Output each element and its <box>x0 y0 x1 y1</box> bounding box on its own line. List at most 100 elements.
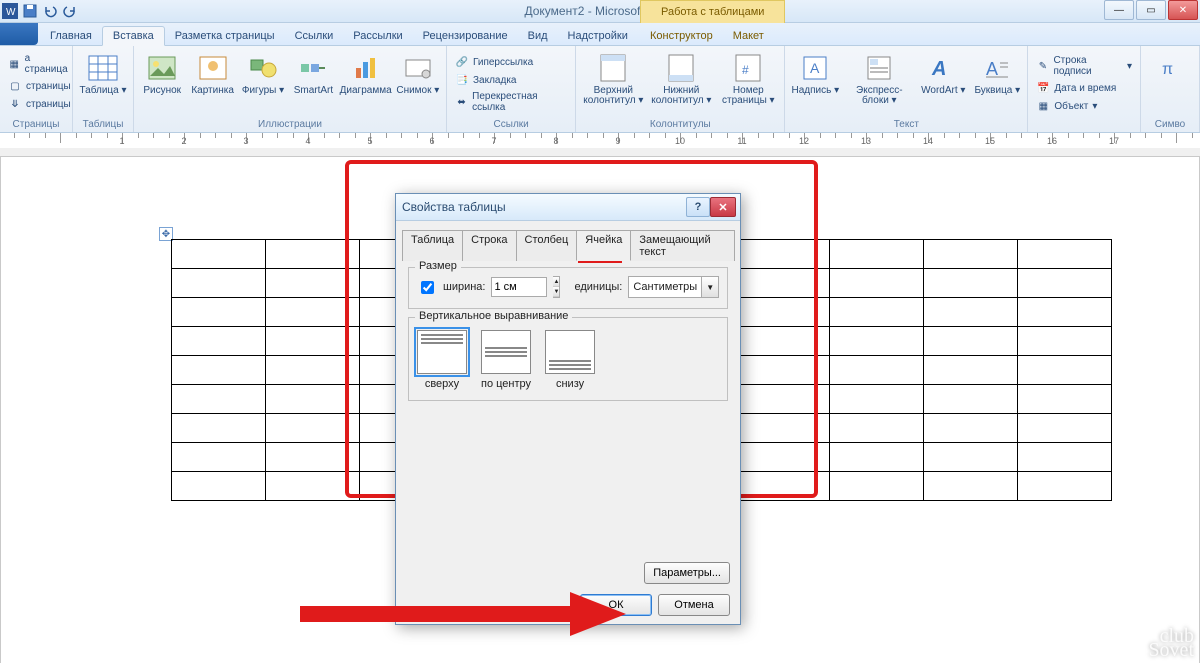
group-tables-label: Таблицы <box>73 118 133 131</box>
tab-addins[interactable]: Надстройки <box>558 27 638 45</box>
footer-icon <box>665 52 697 84</box>
ok-button[interactable]: ОК <box>580 594 652 616</box>
valign-fieldset: Вертикальное выравнивание сверху по цент… <box>408 317 728 401</box>
quickparts-button[interactable]: Экспресс-блоки ▾ <box>845 48 913 106</box>
clipart-icon <box>197 52 229 84</box>
tab-mailings[interactable]: Рассылки <box>343 27 412 45</box>
width-spinner[interactable]: ▲▼ <box>553 276 560 298</box>
redo-icon[interactable] <box>62 3 78 19</box>
ribbon-tabs: Главная Вставка Разметка страницы Ссылки… <box>0 23 1200 46</box>
cancel-button[interactable]: Отмена <box>658 594 730 616</box>
table-icon <box>87 52 119 84</box>
screenshot-button[interactable]: Снимок ▾ <box>396 48 440 96</box>
valign-legend: Вертикальное выравнивание <box>415 310 572 322</box>
clipart-button[interactable]: Картинка <box>190 48 234 96</box>
svg-text:A: A <box>931 58 946 80</box>
crossref-button[interactable]: ⬌Перекрестная ссылка <box>453 90 569 114</box>
equation-icon: π <box>1154 52 1186 84</box>
bookmark-button[interactable]: 📑Закладка <box>453 72 569 88</box>
dialog-tab-column[interactable]: Столбец <box>516 230 578 261</box>
group-links-label: Ссылки <box>447 118 575 131</box>
dialog-tab-row[interactable]: Строка <box>462 230 516 261</box>
dialog-tabs: Таблица Строка Столбец Ячейка Замещающий… <box>402 229 734 261</box>
chart-button[interactable]: Диаграмма <box>342 48 390 96</box>
tab-references[interactable]: Ссылки <box>285 27 344 45</box>
table-button[interactable]: Таблица ▾ <box>79 48 127 96</box>
blank-page-button[interactable]: ▢страницы <box>6 78 73 94</box>
size-fieldset: Размер ширина: ▲▼ единицы: Сантиметры▼ <box>408 267 728 309</box>
title-bar: W Документ2 - Microsoft Word Работа с та… <box>0 0 1200 23</box>
dialog-tab-table[interactable]: Таблица <box>402 230 463 261</box>
footer-button[interactable]: Нижний колонтитул ▾ <box>650 48 712 106</box>
dropcap-icon: A <box>981 52 1013 84</box>
signature-line-button[interactable]: ✎Строка подписи ▾ <box>1034 54 1134 78</box>
smartart-button[interactable]: SmartArt <box>291 48 335 96</box>
tab-insert[interactable]: Вставка <box>102 26 165 46</box>
header-icon <box>597 52 629 84</box>
chart-icon <box>350 52 382 84</box>
wordart-icon: A <box>927 52 959 84</box>
bookmark-icon: 📑 <box>455 73 469 87</box>
width-input[interactable] <box>491 277 547 297</box>
hyperlink-button[interactable]: 🔗Гиперссылка <box>453 54 569 70</box>
signature-icon: ✎ <box>1036 59 1049 73</box>
textbox-button[interactable]: AНадпись ▾ <box>791 48 839 96</box>
object-button[interactable]: ▦Объект ▾ <box>1034 98 1134 114</box>
shapes-button[interactable]: Фигуры ▾ <box>241 48 285 96</box>
undo-icon[interactable] <box>42 3 58 19</box>
tab-page-layout[interactable]: Разметка страницы <box>165 27 285 45</box>
valign-bottom-option[interactable]: снизу <box>545 330 595 390</box>
date-icon: 📅 <box>1036 81 1050 95</box>
group-symbols-label: Симво <box>1141 118 1199 131</box>
ribbon: ▦а страница ▢страницы ⤋страницы Страницы… <box>0 46 1200 133</box>
hyperlink-icon: 🔗 <box>455 55 469 69</box>
dialog-tab-alttext[interactable]: Замещающий текст <box>630 230 735 261</box>
width-checkbox[interactable] <box>421 281 434 294</box>
units-combo[interactable]: Сантиметры▼ <box>628 276 719 298</box>
page-number-button[interactable]: #Номер страницы ▾ <box>718 48 778 106</box>
wordart-button[interactable]: AWordArt ▾ <box>919 48 967 96</box>
page-break-button[interactable]: ⤋страницы <box>6 96 73 112</box>
dialog-title-bar[interactable]: Свойства таблицы ? ✕ <box>396 194 740 221</box>
dialog-tab-cell[interactable]: Ячейка <box>576 230 631 261</box>
valign-bottom-icon <box>545 330 595 374</box>
maximize-button[interactable]: ▭ <box>1136 0 1166 20</box>
close-button[interactable]: ✕ <box>1168 0 1198 20</box>
tab-view[interactable]: Вид <box>518 27 558 45</box>
header-button[interactable]: Верхний колонтитул ▾ <box>582 48 644 106</box>
tab-home[interactable]: Главная <box>40 27 102 45</box>
valign-top-icon <box>417 330 467 374</box>
svg-text:W: W <box>6 7 16 18</box>
screenshot-icon <box>402 52 434 84</box>
window-title: Документ2 - Microsoft Word <box>0 4 1200 18</box>
valign-center-option[interactable]: по центру <box>481 330 531 390</box>
parameters-button[interactable]: Параметры... <box>644 562 730 584</box>
group-headerfooter-label: Колонтитулы <box>576 118 784 131</box>
tab-review[interactable]: Рецензирование <box>413 27 518 45</box>
cover-page-button[interactable]: ▦а страница <box>6 52 73 76</box>
date-time-button[interactable]: 📅Дата и время <box>1034 80 1134 96</box>
width-label: ширина: <box>443 281 485 293</box>
valign-top-option[interactable]: сверху <box>417 330 467 390</box>
svg-text:π: π <box>1162 61 1173 78</box>
word-app-icon: W <box>2 3 18 19</box>
object-icon: ▦ <box>1036 99 1050 113</box>
svg-text:#: # <box>742 63 749 77</box>
svg-text:A: A <box>986 59 998 79</box>
save-icon[interactable] <box>22 3 38 19</box>
tab-table-design[interactable]: Конструктор <box>640 27 723 45</box>
crossref-icon: ⬌ <box>455 95 468 109</box>
picture-button[interactable]: Рисунок <box>140 48 184 96</box>
dialog-close-button[interactable]: ✕ <box>710 197 736 217</box>
svg-text:A: A <box>810 60 820 76</box>
tab-table-layout[interactable]: Макет <box>723 27 774 45</box>
picture-icon <box>146 52 178 84</box>
dropcap-button[interactable]: AБуквица ▾ <box>973 48 1021 96</box>
chevron-down-icon: ▼ <box>701 277 718 297</box>
units-label: единицы: <box>574 281 622 293</box>
minimize-button[interactable]: — <box>1104 0 1134 20</box>
equation-button[interactable]: π <box>1147 48 1193 84</box>
contextual-tab-title: Работа с таблицами <box>640 0 785 24</box>
file-tab[interactable] <box>0 23 38 45</box>
dialog-help-button[interactable]: ? <box>686 197 710 217</box>
